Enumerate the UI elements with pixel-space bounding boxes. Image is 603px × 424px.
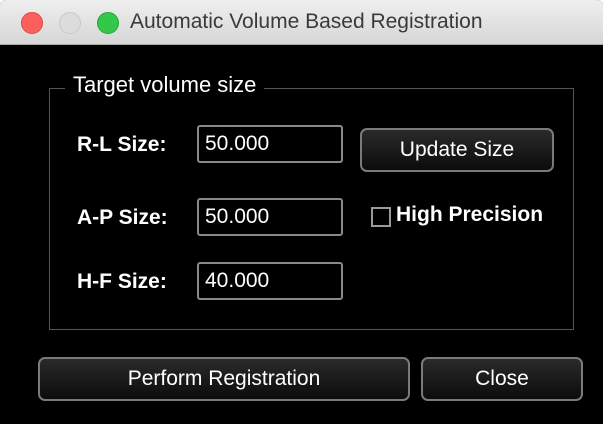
high-precision-label[interactable]: High Precision [396, 203, 543, 227]
close-button[interactable]: Close [421, 357, 583, 401]
group-legend: Target volume size [65, 72, 265, 98]
registration-dialog: Automatic Volume Based Registration Targ… [0, 0, 603, 424]
minimize-window-icon[interactable] [59, 12, 81, 34]
high-precision-checkbox[interactable] [371, 207, 391, 227]
zoom-window-icon[interactable] [97, 12, 119, 34]
rl-size-label: R-L Size: [77, 133, 167, 156]
ap-size-label: A-P Size: [77, 206, 168, 229]
perform-registration-button[interactable]: Perform Registration [38, 357, 410, 401]
update-size-button[interactable]: Update Size [360, 128, 554, 172]
ap-size-input[interactable] [197, 198, 343, 236]
rl-size-input[interactable] [197, 125, 343, 163]
title-bar[interactable]: Automatic Volume Based Registration [0, 0, 603, 45]
window-title: Automatic Volume Based Registration [130, 10, 483, 33]
hf-size-input[interactable] [197, 262, 343, 300]
hf-size-label: H-F Size: [77, 270, 167, 293]
close-window-icon[interactable] [21, 12, 43, 34]
